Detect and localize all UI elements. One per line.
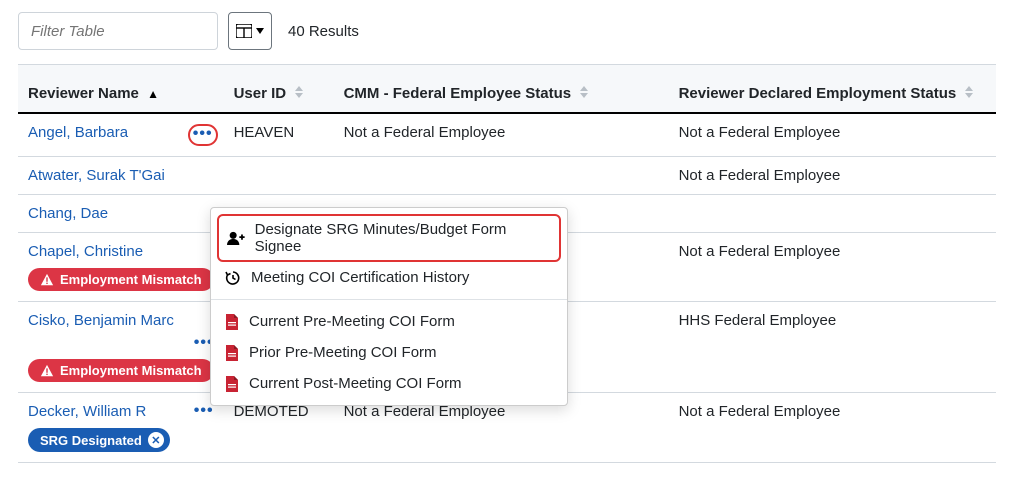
declared-status-cell: Not a Federal Employee: [669, 233, 996, 302]
declared-status-cell: Not a Federal Employee: [669, 393, 996, 463]
reviewer-name-link[interactable]: Chang, Dae: [28, 205, 108, 222]
cmm-status-cell: [334, 157, 669, 195]
table-row: Atwater, Surak T'Gai Not a Federal Emplo…: [18, 157, 996, 195]
employment-mismatch-badge: Employment Mismatch: [28, 359, 214, 382]
row-actions-button[interactable]: •••: [194, 403, 214, 419]
reviewer-name-link[interactable]: Atwater, Surak T'Gai: [28, 167, 165, 184]
warning-icon: [40, 273, 54, 287]
user-id-cell: [224, 157, 334, 195]
columns-icon: [236, 24, 252, 38]
sort-icon: [294, 86, 304, 98]
results-count: 40 Results: [288, 23, 359, 40]
row-actions-menu: Designate SRG Minutes/Budget Form Signee…: [210, 207, 568, 406]
menu-item-designate-signee[interactable]: Designate SRG Minutes/Budget Form Signee: [217, 214, 561, 262]
reviewer-name-link[interactable]: Decker, William R: [28, 403, 146, 420]
sort-icon: [579, 86, 589, 98]
declared-status-cell: [669, 195, 996, 233]
row-actions-button[interactable]: •••: [188, 124, 218, 146]
menu-item-current-pre-coi[interactable]: Current Pre-Meeting COI Form: [211, 306, 567, 337]
pdf-icon: [225, 345, 239, 361]
sort-asc-icon: ▲: [147, 87, 159, 101]
column-header-name[interactable]: Reviewer Name ▲: [18, 65, 224, 114]
pdf-icon: [225, 314, 239, 330]
declared-status-cell: Not a Federal Employee: [669, 113, 996, 157]
column-chooser-button[interactable]: [228, 12, 272, 50]
row-actions-button[interactable]: •••: [28, 335, 214, 351]
pdf-icon: [225, 376, 239, 392]
user-plus-icon: [227, 230, 245, 246]
reviewer-name-link[interactable]: Angel, Barbara: [28, 124, 128, 141]
sort-icon: [964, 86, 974, 98]
reviewer-name-link[interactable]: Chapel, Christine: [28, 243, 143, 260]
employment-mismatch-badge: Employment Mismatch: [28, 268, 214, 291]
menu-item-prior-pre-coi[interactable]: Prior Pre-Meeting COI Form: [211, 337, 567, 368]
menu-divider: [211, 299, 567, 300]
toolbar: 40 Results: [18, 12, 996, 50]
caret-down-icon: [256, 28, 264, 34]
filter-input[interactable]: [18, 12, 218, 50]
warning-icon: [40, 364, 54, 378]
cmm-status-cell: Not a Federal Employee: [334, 113, 669, 157]
menu-item-current-post-coi[interactable]: Current Post-Meeting COI Form: [211, 368, 567, 399]
column-header-cmm[interactable]: CMM - Federal Employee Status: [334, 65, 669, 114]
menu-item-coi-history[interactable]: Meeting COI Certification History: [211, 262, 567, 293]
declared-status-cell: HHS Federal Employee: [669, 302, 996, 393]
column-header-declared[interactable]: Reviewer Declared Employment Status: [669, 65, 996, 114]
user-id-cell: HEAVEN: [224, 113, 334, 157]
column-header-userid[interactable]: User ID: [224, 65, 334, 114]
srg-designated-badge: SRG Designated ✕: [28, 428, 170, 452]
remove-badge-button[interactable]: ✕: [148, 432, 164, 448]
reviewer-name-link[interactable]: Cisko, Benjamin Marc: [28, 312, 174, 329]
history-icon: [225, 270, 241, 286]
table-row: Angel, Barbara ••• HEAVEN Not a Federal …: [18, 113, 996, 157]
declared-status-cell: Not a Federal Employee: [669, 157, 996, 195]
